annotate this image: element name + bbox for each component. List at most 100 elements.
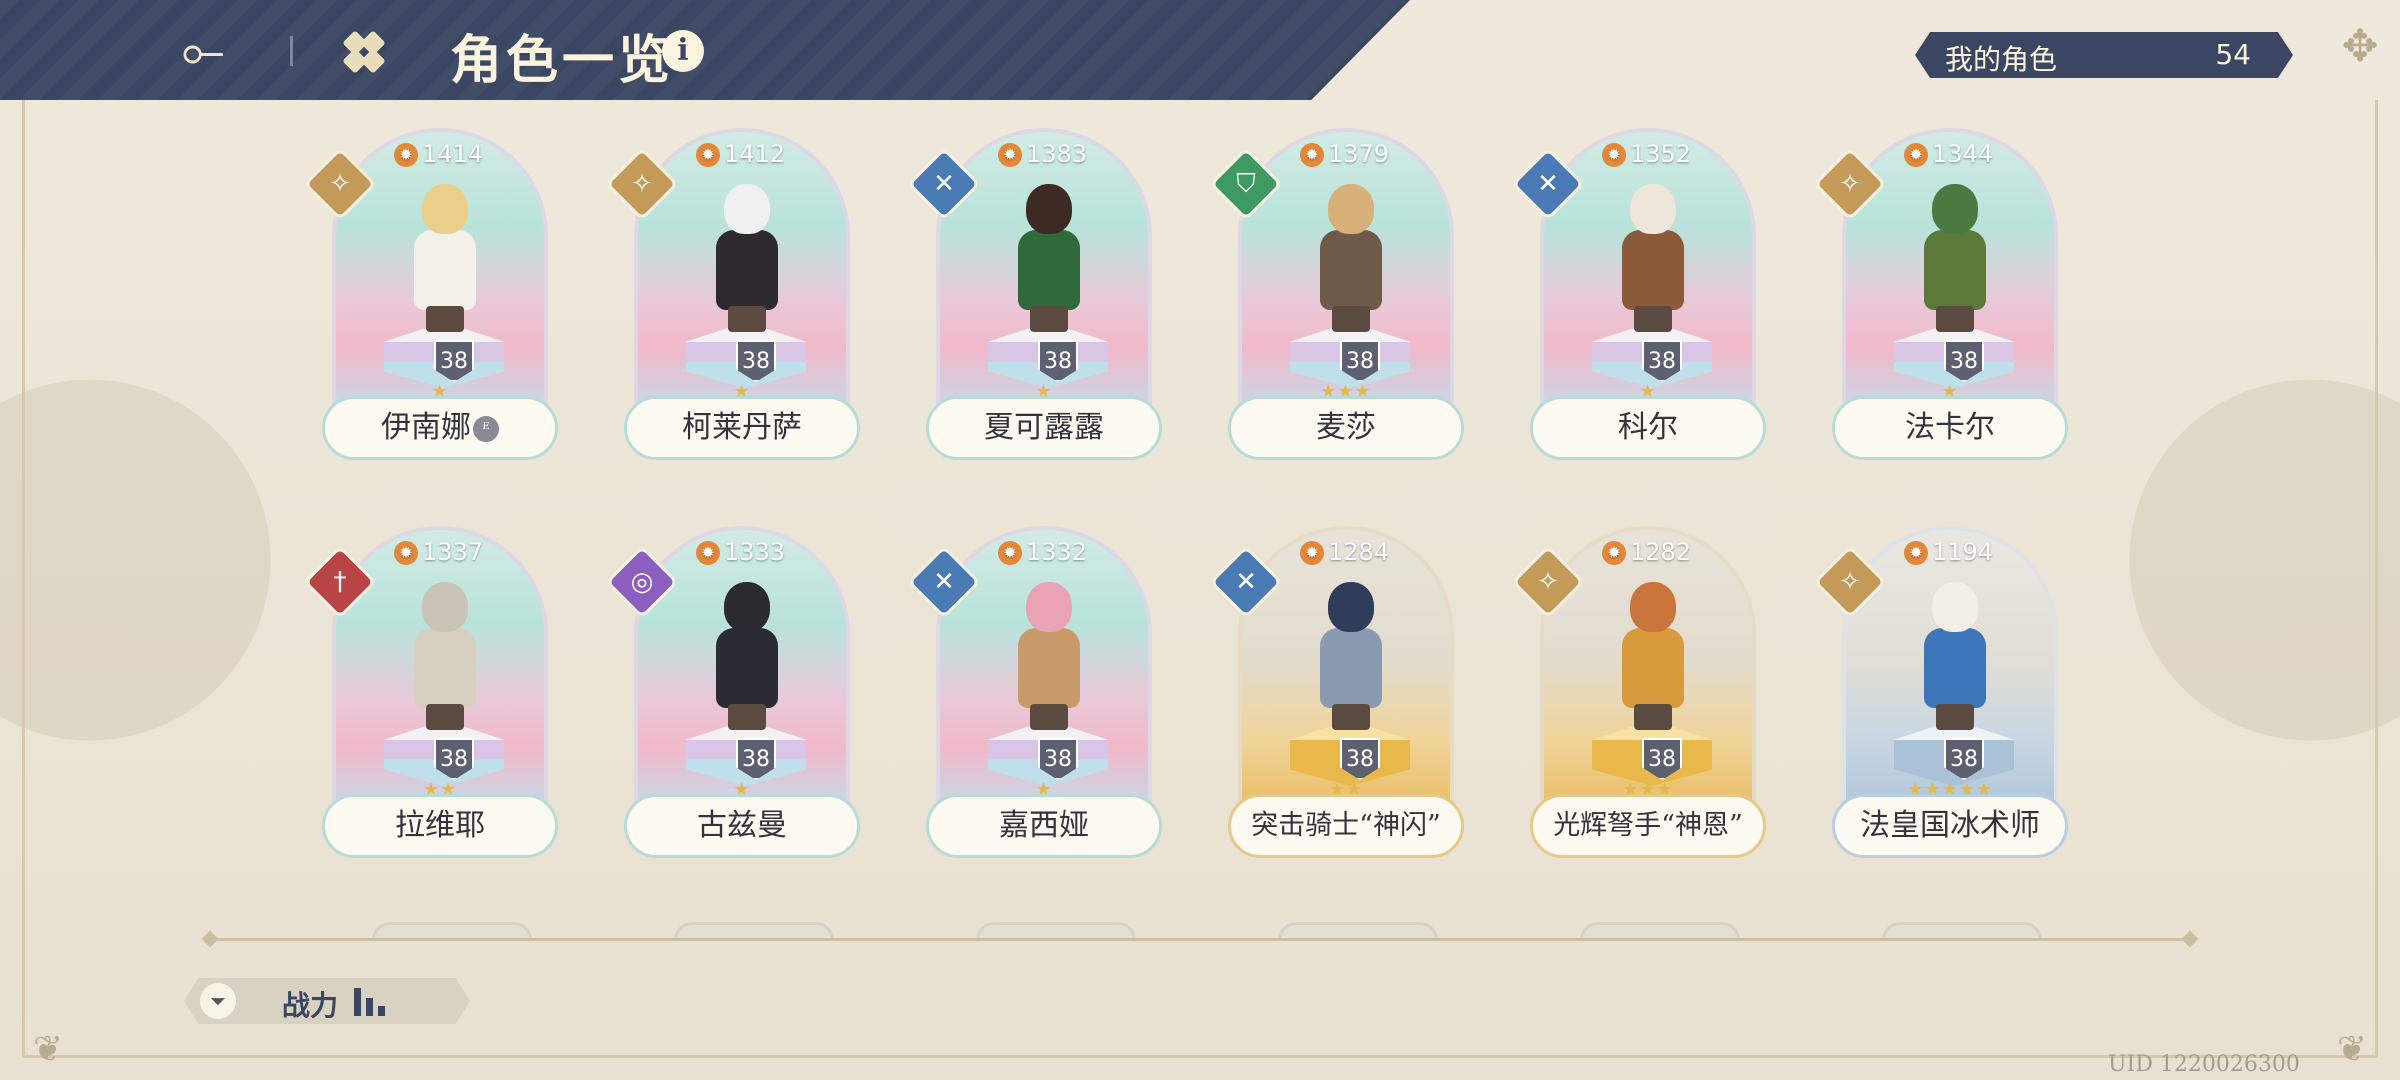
exclusive-mark-icon: ᴱ [473,416,499,442]
character-name-plate: 法卡尔 [1832,396,2068,460]
corner-ornament-icon: ❦ [2336,1029,2368,1070]
character-sprite [700,184,792,334]
power-rating: ✹ 1412 [696,140,785,168]
info-icon[interactable]: i [662,30,704,72]
flame-icon: ✹ [1904,143,1928,167]
character-name-plate: 拉维耶 [322,794,558,858]
power-rating: ✹ 1414 [394,140,483,168]
power-value: 1352 [1630,140,1692,168]
settings-icon[interactable]: ✥ [2335,22,2385,72]
character-name-plate: 夏可露露 [926,396,1162,460]
flame-icon: ✹ [1602,541,1626,565]
character-sprite [1606,582,1698,732]
character-sprite [700,582,792,732]
power-value: 1414 [422,140,484,168]
power-rating: ✹ 1352 [1602,140,1691,168]
power-rating: ✹ 1337 [394,538,483,566]
power-rating: ✹ 1284 [1300,538,1389,566]
character-card[interactable]: 38 ✹ 1352 ✕ ★ 科尔 [1511,128,1766,460]
power-rating: ✹ 1344 [1904,140,1993,168]
character-sprite [1002,582,1094,732]
character-sprite [1304,582,1396,732]
flame-icon: ✹ [394,143,418,167]
character-name: 夏可露露 [984,410,1104,445]
character-card[interactable]: 38 ✹ 1194 ✧ ★★★★★ 法皇国冰术师 [1813,526,2068,858]
character-name-plate: 光辉弩手“神恩” [1530,794,1766,858]
character-name: 法卡尔 [1905,410,1995,445]
power-value: 1332 [1026,538,1088,566]
power-value: 1194 [1932,538,1994,566]
flame-icon: ✹ [696,541,720,565]
character-card[interactable]: 38 ✹ 1344 ✧ ★ 法卡尔 [1813,128,2068,460]
sort-by-power-button[interactable]: ⏷ 战力 [184,978,470,1024]
character-card[interactable]: 38 ✹ 1284 ✕ ★★ 突击骑士“神闪” [1209,526,1464,858]
flame-icon: ✹ [696,143,720,167]
power-value: 1282 [1630,538,1692,566]
character-name: 伊南娜 [381,410,471,445]
header-divider [290,36,293,66]
character-name: 法皇国冰术师 [1860,808,2040,843]
character-name: 科尔 [1618,410,1678,445]
grid-view-icon[interactable] [342,30,386,74]
sort-bars-icon [354,988,394,1016]
character-card[interactable]: 38 ✹ 1337 † ★★ 拉维耶 [303,526,558,858]
character-card[interactable]: 38 ✹ 1379 ⛉ ★★★ 麦莎 [1209,128,1464,460]
my-characters-counter: 我的角色 54 [1915,32,2293,78]
character-sprite [398,184,490,334]
power-rating: ✹ 1282 [1602,538,1691,566]
flame-icon: ✹ [1602,143,1626,167]
scroll-divider [210,938,2190,941]
character-name: 嘉西娅 [999,808,1089,843]
power-value: 1337 [422,538,484,566]
flame-icon: ✹ [394,541,418,565]
character-sprite [1002,184,1094,334]
power-value: 1344 [1932,140,1994,168]
flame-icon: ✹ [998,143,1022,167]
back-arrow-icon[interactable]: ⟜ [168,20,238,80]
character-sprite [1606,184,1698,334]
power-value: 1412 [724,140,786,168]
character-sprite [1908,184,2000,334]
power-rating: ✹ 1383 [998,140,1087,168]
character-name: 麦莎 [1316,410,1376,445]
power-value: 1333 [724,538,786,566]
character-card[interactable]: 38 ✹ 1332 ✕ ★ 嘉西娅 [907,526,1162,858]
character-name: 突击骑士“神闪” [1251,810,1441,841]
character-sprite [398,582,490,732]
character-name-plate: 古兹曼 [624,794,860,858]
power-rating: ✹ 1379 [1300,140,1389,168]
uid-text: UID 1220026300 [2108,1052,2300,1077]
character-name: 古兹曼 [697,808,787,843]
character-name-plate: 科尔 [1530,396,1766,460]
character-name-plate: 伊南娜 ᴱ [322,396,558,460]
filter-icon[interactable]: ⏷ [200,983,236,1019]
character-card[interactable]: 38 ✹ 1282 ✧ ★★★ 光辉弩手“神恩” [1511,526,1766,858]
character-name-plate: 嘉西娅 [926,794,1162,858]
flame-icon: ✹ [1904,541,1928,565]
page-title: 角色一览 [450,30,675,91]
my-characters-count: 54 [2215,38,2251,71]
character-card[interactable]: 38 ✹ 1414 ✧ ★ 伊南娜 ᴱ [303,128,558,460]
power-rating: ✹ 1332 [998,538,1087,566]
power-value: 1284 [1328,538,1390,566]
flame-icon: ✹ [1300,541,1324,565]
character-name: 拉维耶 [395,808,485,843]
character-card[interactable]: 38 ✹ 1412 ✧ ★ 柯莱丹萨 [605,128,860,460]
my-characters-label: 我的角色 [1945,43,2058,76]
character-name-plate: 柯莱丹萨 [624,396,860,460]
character-name-plate: 麦莎 [1228,396,1464,460]
power-value: 1379 [1328,140,1390,168]
character-name-plate: 突击骑士“神闪” [1228,794,1464,858]
power-rating: ✹ 1194 [1904,538,1993,566]
corner-ornament-icon: ❦ [32,1029,64,1070]
power-value: 1383 [1026,140,1088,168]
character-name-plate: 法皇国冰术师 [1832,794,2068,858]
character-sprite [1304,184,1396,334]
character-card[interactable]: 38 ✹ 1383 ✕ ★ 夏可露露 [907,128,1162,460]
flame-icon: ✹ [998,541,1022,565]
character-name: 柯莱丹萨 [682,410,802,445]
power-rating: ✹ 1333 [696,538,785,566]
character-sprite [1908,582,2000,732]
character-card[interactable]: 38 ✹ 1333 ◎ ★ 古兹曼 [605,526,860,858]
character-name: 光辉弩手“神恩” [1553,810,1743,841]
